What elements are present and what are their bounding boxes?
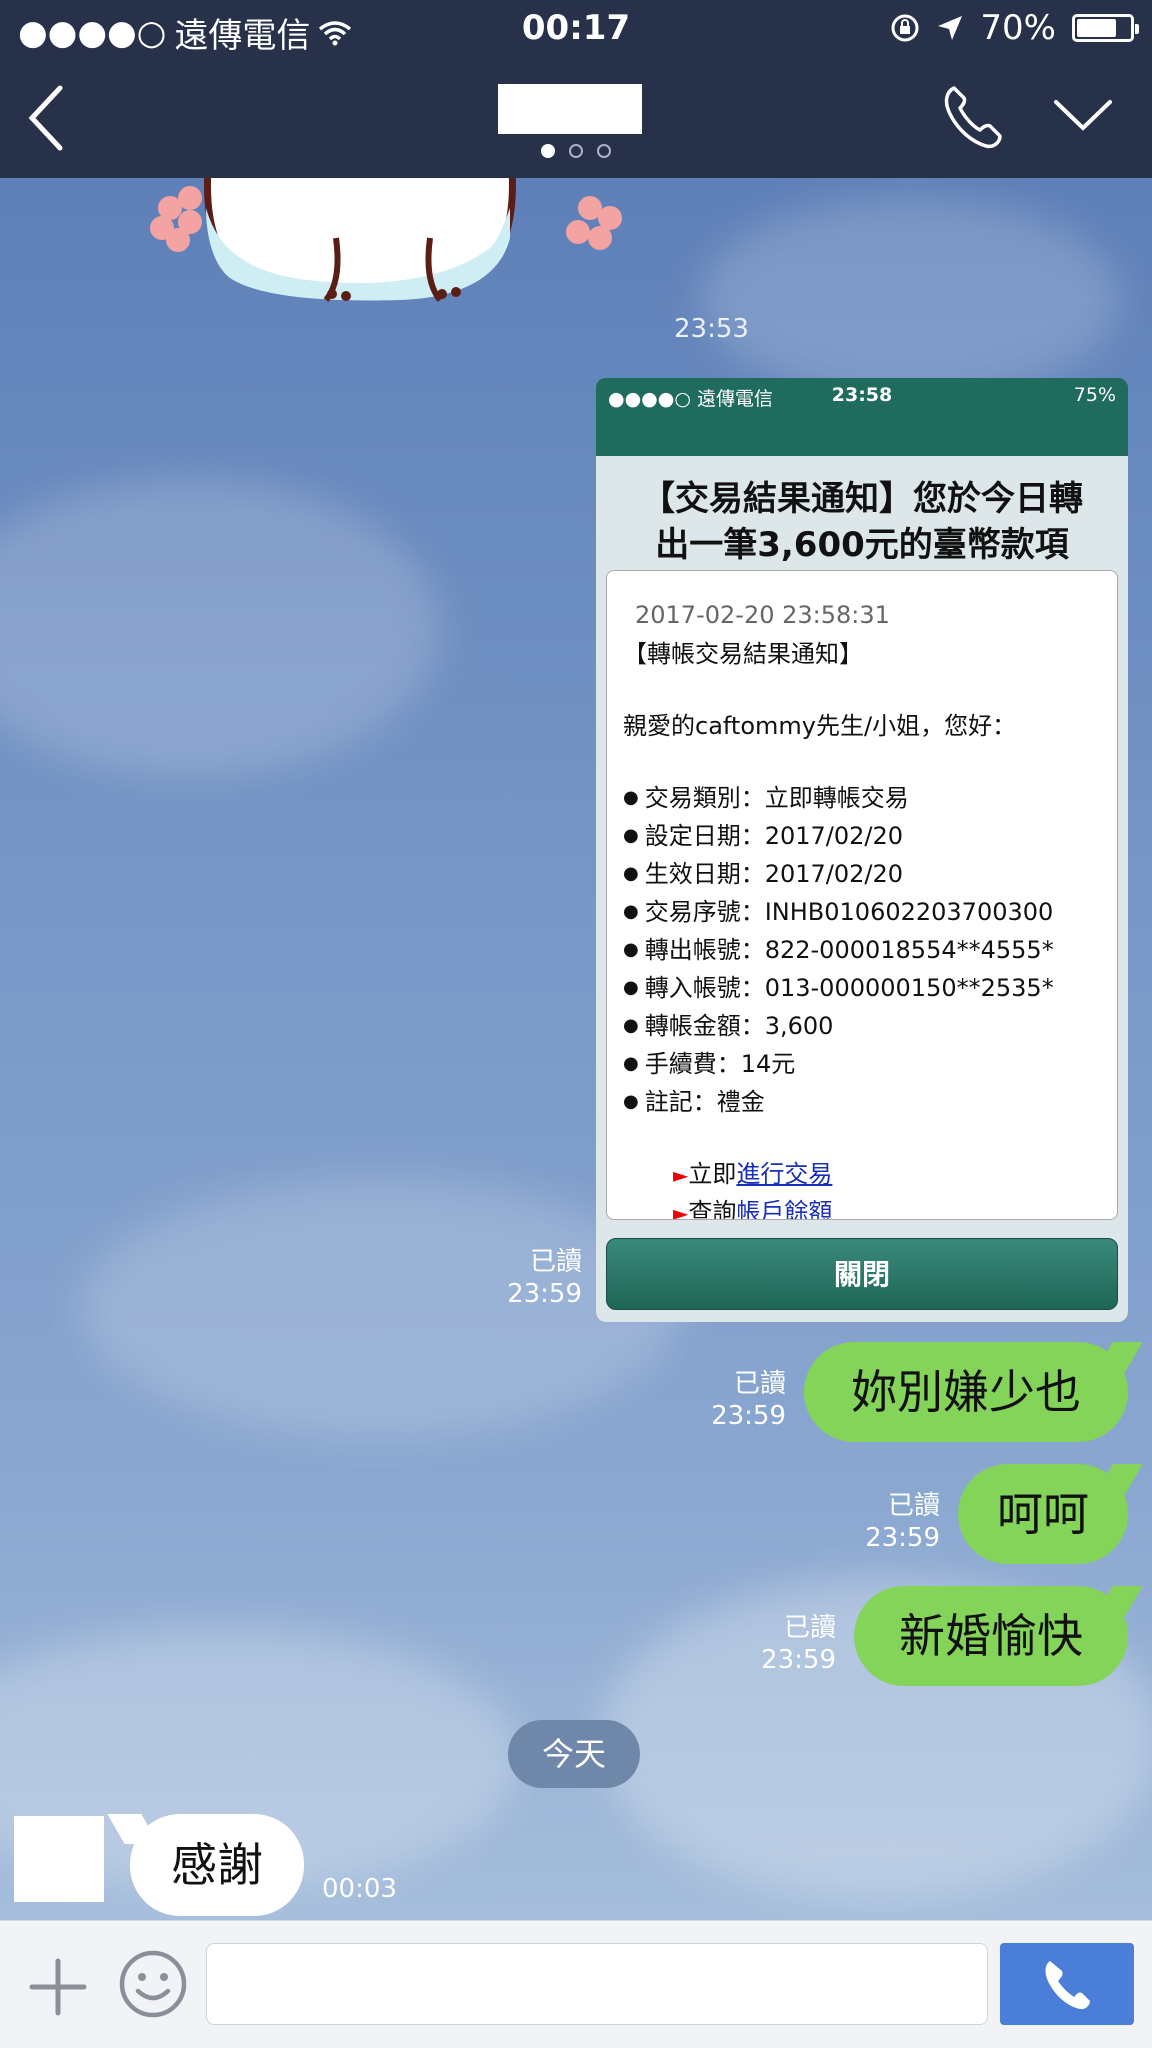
screenshot-page: 【交易結果通知】您於今日轉 出一筆3,600元的臺幣款項 2017-02-20 … — [596, 456, 1128, 1322]
location-arrow-icon — [938, 16, 963, 40]
detail-item: 生效日期：2017/02/20 — [623, 855, 1099, 893]
notification-headline: 【交易結果通知】您於今日轉 出一筆3,600元的臺幣款項 — [641, 479, 1083, 565]
page-dot — [541, 144, 555, 158]
detail-item: 轉帳金額：3,600 — [623, 1007, 1099, 1045]
detail-item: 設定日期：2017/02/20 — [623, 817, 1099, 855]
screenshot-read-receipt: 已讀 23:59 — [507, 1247, 582, 1309]
read-receipt: 已讀 23:59 — [761, 1613, 836, 1675]
outgoing-message[interactable]: 呵呵 — [958, 1464, 1128, 1564]
contact-avatar[interactable] — [14, 1816, 104, 1902]
chat-header — [0, 60, 1152, 178]
detail-item: 轉出帳號：822-000018554**4555* — [623, 931, 1099, 969]
status-right: 70% — [890, 8, 1139, 48]
incoming-message[interactable]: 感謝 — [130, 1814, 304, 1916]
outgoing-message[interactable]: 妳別嫌少也 — [804, 1342, 1128, 1442]
notification-timestamp: 2017-02-20 23:58:31 — [635, 601, 890, 629]
contact-name-redacted[interactable] — [498, 84, 642, 134]
phone-icon — [1045, 1961, 1090, 2010]
outgoing-message[interactable]: 新婚愉快 — [854, 1586, 1128, 1686]
phone-call-icon[interactable] — [940, 82, 1004, 150]
notification-greeting: 親愛的caftommy先生/小姐，您好： — [623, 712, 1017, 740]
screenshot-battery: 75% — [1073, 384, 1116, 406]
bank-notification-screenshot[interactable]: ●●●●○ 遠傳電信 23:58 75% 【交易結果通知】您於今日轉 出一筆3,… — [596, 378, 1128, 1322]
orientation-lock-icon — [891, 14, 919, 42]
read-receipt: 已讀 23:59 — [865, 1491, 940, 1553]
detail-item: 交易序號：INHB010602203700300 — [623, 893, 1099, 931]
status-bar: ●●●●○ 遠傳電信 00:17 70% — [0, 0, 1152, 60]
detail-item: 交易類別：立即轉帳交易 — [623, 779, 1099, 817]
detail-item: 註記：禮金 — [623, 1083, 1099, 1121]
date-divider: 今天 — [508, 1720, 640, 1788]
sticker-timestamp: 23:53 — [674, 314, 749, 344]
link-make-transaction: ►立即進行交易 — [673, 1160, 833, 1188]
notification-title: 【轉帳交易結果通知】 — [623, 640, 863, 668]
chevron-down-icon[interactable] — [1052, 90, 1114, 140]
detail-item: 轉入帳號：013-000000150**2535* — [623, 969, 1099, 1007]
screenshot-status-bar: ●●●●○ 遠傳電信 23:58 75% — [596, 378, 1128, 456]
incoming-timestamp: 00:03 — [322, 1874, 397, 1904]
page-dot — [569, 144, 583, 158]
notification-card: 2017-02-20 23:58:31 【轉帳交易結果通知】 親愛的caftom… — [606, 570, 1118, 1220]
screenshot-close-button: 關閉 — [606, 1238, 1118, 1310]
bunny-sticker[interactable] — [150, 178, 630, 488]
voice-call-button[interactable] — [1000, 1943, 1134, 2025]
battery-percent: 70% — [980, 8, 1056, 48]
emoji-icon[interactable] — [118, 1949, 188, 2019]
screenshot-time: 23:58 — [831, 384, 893, 406]
detail-item: 手續費：14元 — [623, 1045, 1099, 1083]
chat-history[interactable]: 23:53 ●●●●○ 遠傳電信 23:58 75% 【交易結果通知】您於今日轉… — [0, 178, 1152, 1920]
read-receipt: 已讀 23:59 — [711, 1369, 786, 1431]
page-dot — [597, 144, 611, 158]
message-input[interactable] — [206, 1943, 988, 2025]
plus-icon[interactable] — [28, 1957, 88, 2017]
battery-icon — [1072, 14, 1139, 42]
link-check-balance: ►查詢帳戶餘額 — [673, 1198, 833, 1220]
message-input-bar — [0, 1920, 1152, 2048]
